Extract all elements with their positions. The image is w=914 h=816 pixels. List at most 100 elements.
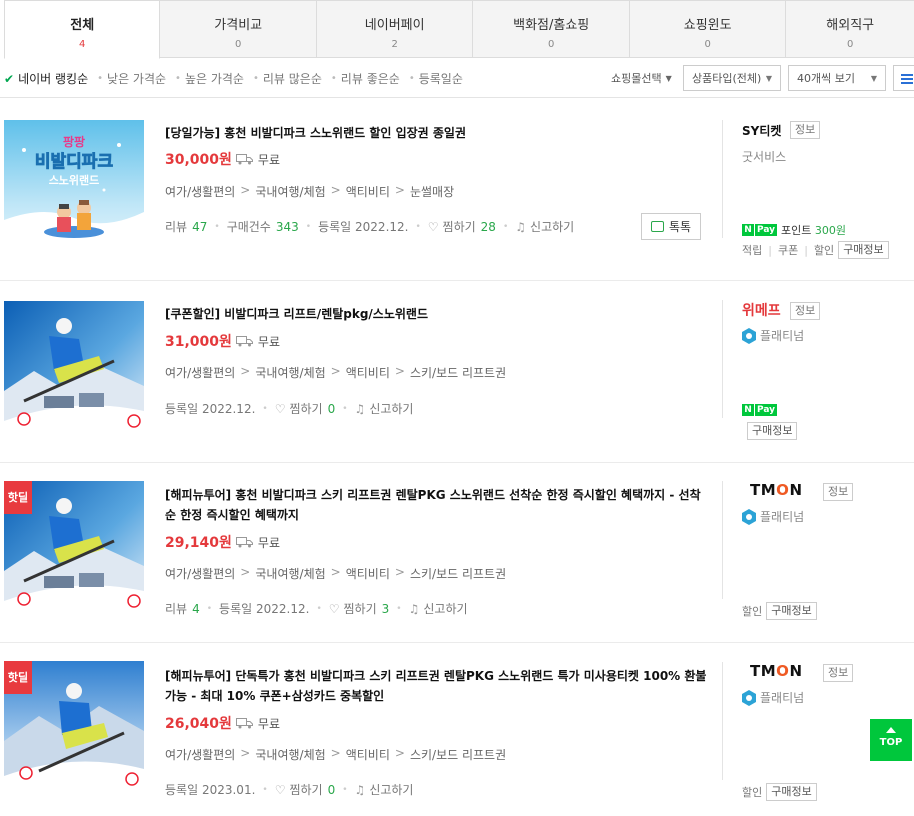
sort-high-price[interactable]: • 높은 가격순 — [175, 70, 244, 87]
category-link[interactable]: 액티비티 — [346, 565, 390, 582]
price-line: 26,040원 무료 — [165, 713, 280, 733]
category-link[interactable]: 여가/생활편의 — [165, 746, 235, 763]
tab-naver-pay[interactable]: 네이버페이 2 — [316, 0, 474, 58]
sort-bar: ✔ 네이버 랭킹순 • 낮은 가격순 • 높은 가격순 • 리뷰 많은순 • 리… — [0, 62, 914, 98]
benefit-list: 할인 구매정보 — [742, 602, 817, 620]
category-link[interactable]: 국내여행/체험 — [255, 183, 325, 200]
sort-label: 리뷰 많은순 — [262, 72, 322, 86]
buy-info-button[interactable]: 구매정보 — [747, 422, 798, 440]
product-title-link[interactable]: [쿠폰할인] 비발디파크 리프트/렌탈pkg/스노위랜드 — [165, 304, 710, 324]
sort-date[interactable]: • 등록일순 — [409, 70, 463, 87]
npay-point: N Pay — [742, 404, 778, 416]
category-link[interactable]: 스키/보드 리프트권 — [410, 565, 506, 582]
category-link[interactable]: 눈썰매장 — [410, 183, 454, 200]
benefit-item: 쿠폰 — [777, 244, 799, 257]
wish-button[interactable]: ♡ 찜하기 3 — [329, 600, 390, 617]
seller-name-link[interactable]: SY티켓 — [742, 122, 781, 139]
seller-info-button[interactable]: 정보 — [790, 121, 821, 139]
category-link[interactable]: 여가/생활편의 — [165, 364, 235, 381]
tab-price-compare[interactable]: 가격비교 0 — [160, 0, 317, 58]
benefit-item: 할인 — [742, 605, 763, 618]
review-link[interactable]: 리뷰 4 — [165, 600, 200, 617]
tab-shopping-window[interactable]: 쇼핑윈도 0 — [629, 0, 787, 58]
npay-badge-icon: N Pay — [742, 404, 778, 416]
purchase-count: 343 — [275, 219, 299, 234]
tab-overseas[interactable]: 해외직구 0 — [786, 0, 914, 58]
seller-info-button[interactable]: 정보 — [823, 483, 854, 501]
category-link[interactable]: 여가/생활편의 — [165, 565, 235, 582]
product-thumbnail[interactable] — [4, 301, 144, 441]
category-link[interactable]: 액티비티 — [346, 183, 390, 200]
category-link[interactable]: 액티비티 — [346, 364, 390, 381]
product-price: 31,000원 — [165, 334, 232, 350]
report-label: 신고하기 — [423, 602, 468, 616]
tab-department-store[interactable]: 백화점/홈쇼핑 0 — [473, 0, 630, 58]
wish-button[interactable]: ♡ 찜하기 0 — [275, 400, 336, 417]
sort-low-price[interactable]: • 낮은 가격순 — [97, 70, 166, 87]
seller-name-link[interactable]: TMON — [750, 662, 803, 680]
report-button[interactable]: ♫ 신고하기 — [355, 781, 414, 798]
bullet-icon: • — [330, 73, 337, 84]
shop-select-button[interactable]: 쇼핑몰선택 ▼ — [611, 65, 672, 91]
talk-talk-button[interactable]: 톡톡 — [641, 213, 701, 240]
tab-count: 4 — [79, 39, 86, 50]
heart-icon: ♡ — [274, 782, 286, 797]
shipping-fee: 무료 — [257, 535, 280, 550]
product-row: 핫딜 [해피뉴투어] 단독특가 홍천 비발디파크 스키 리프트권 렌탈PKG 스… — [0, 643, 914, 816]
tab-label: 가격비교 — [214, 18, 263, 33]
category-link[interactable]: 여가/생활편의 — [165, 183, 235, 200]
seller-name-link[interactable]: 위메프 — [742, 300, 781, 320]
shop-select-label: 쇼핑몰선택 — [611, 72, 662, 85]
product-title-link[interactable]: [해피뉴투어] 단독특가 홍천 비발디파크 스키 리프트권 렌탈PKG 스노위랜… — [165, 666, 710, 706]
tab-all[interactable]: 전체 4 — [4, 0, 161, 59]
seller-info-button[interactable]: 정보 — [823, 664, 854, 682]
sort-review-count[interactable]: • 리뷰 많은순 — [253, 70, 322, 87]
product-thumbnail[interactable]: 핫딜 — [4, 661, 144, 801]
category-link[interactable]: 액티비티 — [346, 746, 390, 763]
page-size-value: 40개씩 보기 — [797, 72, 855, 85]
top-label: TOP — [879, 737, 903, 748]
buy-info-button[interactable]: 구매정보 — [838, 241, 889, 259]
category-link[interactable]: 국내여행/체험 — [255, 746, 325, 763]
report-button[interactable]: ♫ 신고하기 — [515, 218, 574, 235]
report-button[interactable]: ♫ 신고하기 — [409, 600, 468, 617]
category-link[interactable]: 스키/보드 리프트권 — [410, 746, 506, 763]
product-row: [쿠폰할인] 비발디파크 리프트/렌탈pkg/스노위랜드 31,000원 무료 … — [0, 281, 914, 463]
buy-info-button[interactable]: 구매정보 — [766, 602, 817, 620]
product-title-link[interactable]: [당일가능] 홍천 비발디파크 스노위랜드 할인 입장권 종일권 — [165, 123, 710, 143]
category-link[interactable]: 국내여행/체험 — [255, 364, 325, 381]
report-label: 신고하기 — [369, 402, 414, 416]
report-button[interactable]: ♫ 신고하기 — [355, 400, 414, 417]
sort-label: 높은 가격순 — [184, 72, 244, 86]
reg-date: 2023.01. — [201, 782, 256, 797]
wish-button[interactable]: ♡ 찜하기 28 — [428, 218, 496, 235]
heart-icon: ♡ — [274, 401, 286, 416]
price-line: 29,140원 무료 — [165, 532, 280, 552]
point-label: 포인트 — [781, 224, 812, 237]
wish-button[interactable]: ♡ 찜하기 0 — [275, 781, 336, 798]
product-type-select[interactable]: 상품타입(전체) ▼ — [683, 65, 781, 91]
scroll-top-button[interactable]: TOP — [870, 719, 912, 761]
review-link[interactable]: 리뷰 47 — [165, 218, 207, 235]
report-label: 신고하기 — [369, 783, 414, 797]
page-size-select[interactable]: 40개씩 보기 ▼ — [788, 65, 886, 91]
product-thumbnail[interactable]: 핫딜 — [4, 481, 144, 621]
benefit-item: 할인 — [813, 244, 835, 257]
list-view-button[interactable] — [893, 65, 914, 91]
product-title-link[interactable]: [해피뉴투어] 홍천 비발디파크 스키 리프트권 렌탈PKG 스노위랜드 선착순… — [165, 485, 710, 525]
hotdeal-badge: 핫딜 — [4, 481, 32, 514]
reg-label: 등록일 — [318, 220, 352, 234]
seller-name-link[interactable]: TMON — [750, 481, 803, 499]
seller-info-button[interactable]: 정보 — [790, 302, 821, 320]
category-link[interactable]: 스키/보드 리프트권 — [410, 364, 506, 381]
buy-info-button[interactable]: 구매정보 — [766, 783, 817, 801]
product-thumbnail[interactable]: 팡팡 비발디파크 스노위랜드 — [4, 120, 144, 260]
category-link[interactable]: 국내여행/체험 — [255, 565, 325, 582]
sort-ranking[interactable]: ✔ 네이버 랭킹순 — [4, 70, 88, 87]
caret-down-icon: ▼ — [765, 73, 772, 83]
category-path: 여가/생활편의 > 국내여행/체험 > 액티비티 > 눈썰매장 — [165, 183, 455, 200]
sort-review-score[interactable]: • 리뷰 좋은순 — [331, 70, 400, 87]
seller-grade: 플래티넘 — [742, 508, 804, 525]
arrow-up-icon — [886, 727, 896, 733]
npay-n: N — [742, 404, 754, 416]
